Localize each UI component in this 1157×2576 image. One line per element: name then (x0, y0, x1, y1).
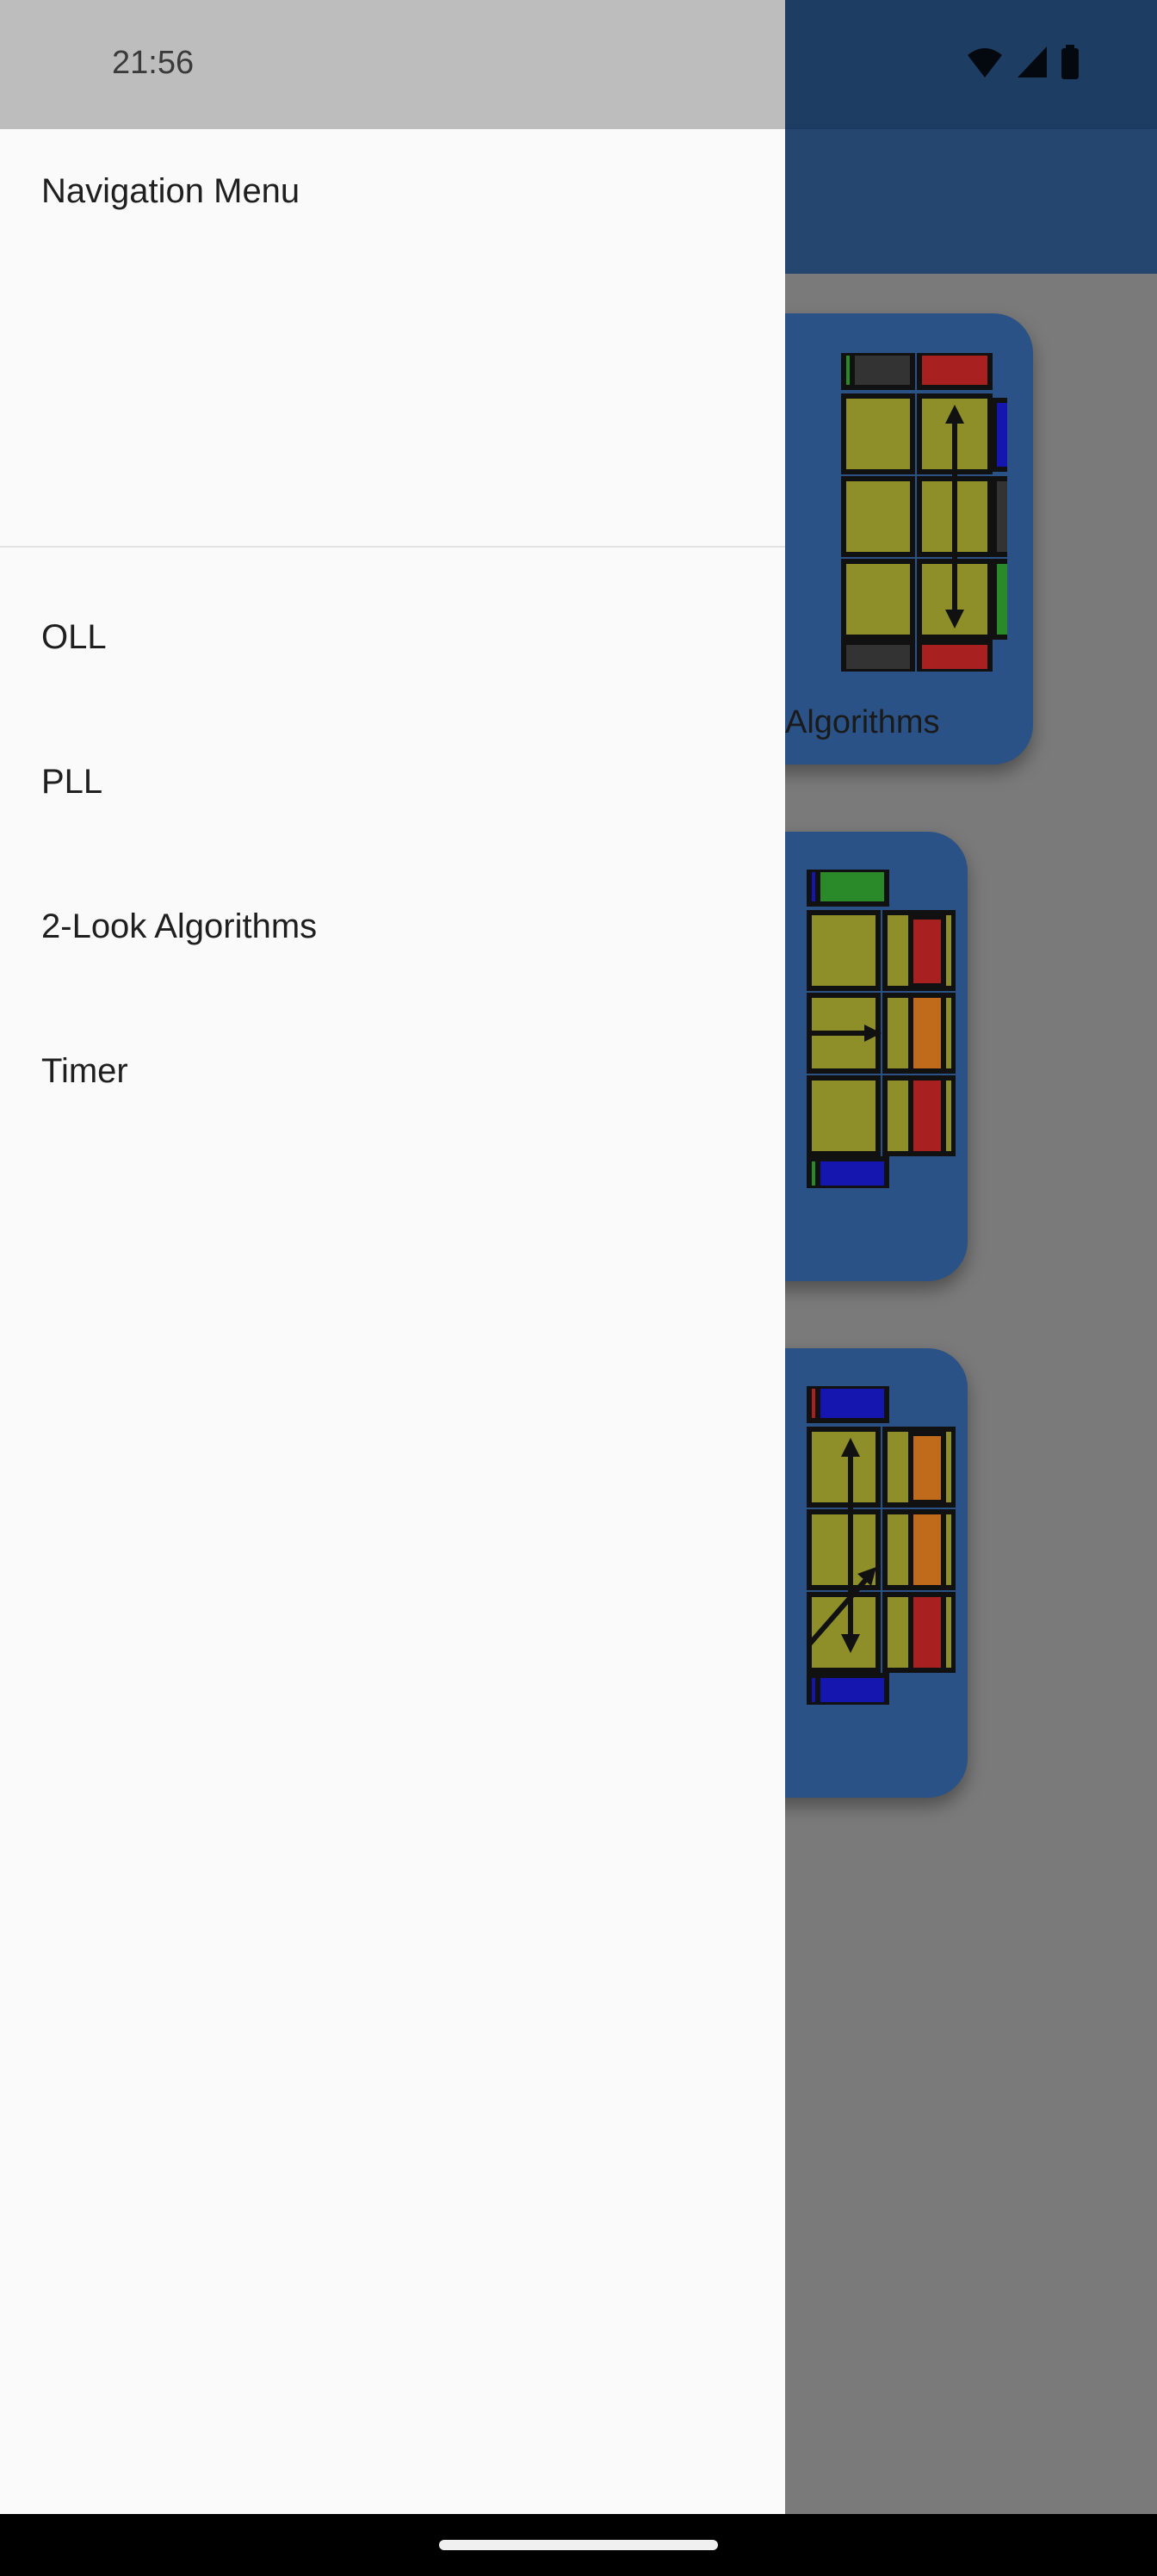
menu-item-label: OLL (41, 618, 107, 656)
menu-item-label: PLL (41, 763, 103, 801)
menu-item-timer[interactable]: Timer (0, 1000, 785, 1145)
battery-icon (1061, 45, 1079, 79)
navigation-drawer: 21:56 Navigation Menu OLL PLL 2-Look Alg… (0, 0, 785, 2514)
signal-icon (1018, 46, 1047, 77)
status-time: 21:56 (112, 45, 195, 81)
drawer-title: Navigation Menu (41, 172, 300, 210)
system-icons (966, 45, 1080, 79)
home-gesture-handle[interactable] (439, 2540, 718, 2550)
menu-item-label: 2-Look Algorithms (41, 907, 318, 945)
card-label: Algorithms (785, 704, 940, 740)
menu-item-label: Timer (41, 1052, 128, 1090)
menu-item-pll[interactable]: PLL (0, 711, 785, 856)
drawer-header: Navigation Menu (0, 129, 785, 548)
wifi-icon (968, 48, 1002, 77)
status-bar: 21:56 (0, 0, 785, 129)
menu-item-2-look-algorithms[interactable]: 2-Look Algorithms (0, 856, 785, 1000)
menu-item-oll[interactable]: OLL (0, 567, 785, 711)
